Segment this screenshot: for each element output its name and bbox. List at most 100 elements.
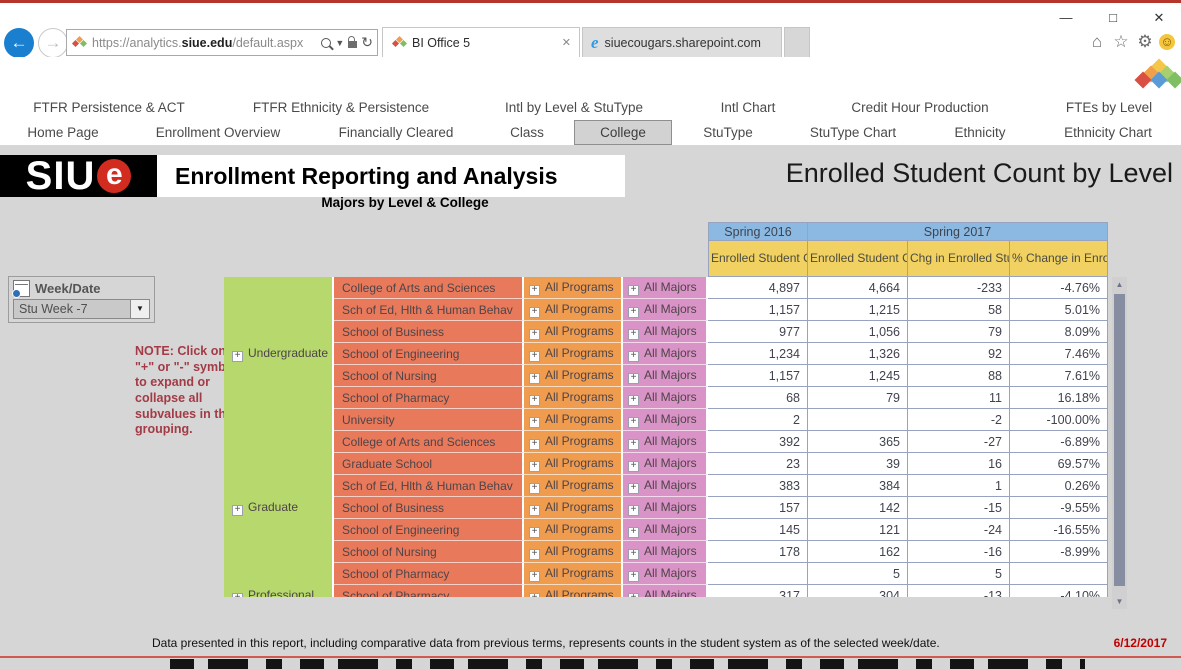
expand-icon[interactable]: + — [628, 505, 639, 516]
majors-cell[interactable]: +All Majors — [623, 519, 708, 541]
college-cell[interactable]: Sch of Ed, Hlth & Human Behav — [334, 299, 524, 321]
home-icon[interactable]: ⌂ — [1086, 32, 1108, 52]
college-cell[interactable]: Graduate School — [334, 453, 524, 475]
expand-icon[interactable]: + — [529, 571, 540, 582]
college-cell[interactable]: School of Pharmacy — [334, 563, 524, 585]
tab-ftes-by-level[interactable]: FTEs by Level — [1066, 96, 1152, 120]
expand-icon[interactable]: + — [529, 307, 540, 318]
majors-cell[interactable]: +All Majors — [623, 541, 708, 563]
expand-icon[interactable]: + — [529, 329, 540, 340]
search-dropdown-icon[interactable]: ▼ — [335, 38, 344, 48]
close-button[interactable]: ✕ — [1146, 9, 1172, 27]
browser-tab-active[interactable]: BI Office 5 ✕ — [382, 27, 580, 57]
tab-credit-hour-production[interactable]: Credit Hour Production — [851, 96, 988, 120]
college-cell[interactable]: School of Pharmacy — [334, 585, 524, 597]
college-cell[interactable]: Sch of Ed, Hlth & Human Behav — [334, 475, 524, 497]
expand-icon[interactable]: + — [628, 307, 639, 318]
majors-cell[interactable]: +All Majors — [623, 277, 708, 299]
programs-cell[interactable]: +All Programs — [524, 365, 623, 387]
majors-cell[interactable]: +All Majors — [623, 343, 708, 365]
tab-financially-cleared[interactable]: Financially Cleared — [339, 121, 454, 145]
week-date-dropdown[interactable]: Stu Week -7 ▼ — [13, 299, 150, 319]
expand-icon[interactable]: + — [529, 439, 540, 450]
address-bar[interactable]: https://analytics.siue.edu/default.aspx … — [66, 29, 378, 56]
expand-icon[interactable]: + — [529, 417, 540, 428]
expand-icon[interactable]: + — [529, 549, 540, 560]
programs-cell[interactable]: +All Programs — [524, 299, 623, 321]
back-button[interactable]: ← — [4, 28, 34, 58]
expand-icon[interactable]: + — [232, 505, 243, 516]
expand-icon[interactable]: + — [628, 461, 639, 472]
college-cell[interactable]: College of Arts and Sciences — [334, 277, 524, 299]
expand-icon[interactable]: + — [232, 351, 243, 362]
expand-icon[interactable]: + — [628, 549, 639, 560]
college-cell[interactable]: School of Nursing — [334, 365, 524, 387]
college-cell[interactable]: College of Arts and Sciences — [334, 431, 524, 453]
expand-icon[interactable]: + — [529, 527, 540, 538]
tab-enrollment-overview[interactable]: Enrollment Overview — [156, 121, 281, 145]
scroll-up-icon[interactable]: ▲ — [1112, 277, 1127, 292]
scroll-down-icon[interactable]: ▼ — [1112, 594, 1127, 609]
expand-icon[interactable]: + — [529, 593, 540, 598]
programs-cell[interactable]: +All Programs — [524, 563, 623, 585]
maximize-button[interactable]: □ — [1100, 9, 1126, 27]
programs-cell[interactable]: +All Programs — [524, 409, 623, 431]
programs-cell[interactable]: +All Programs — [524, 519, 623, 541]
tab-intl-chart[interactable]: Intl Chart — [721, 96, 776, 120]
tab-ftfr-ethnicity-persistence[interactable]: FTFR Ethnicity & Persistence — [253, 96, 429, 120]
college-cell[interactable]: School of Business — [334, 497, 524, 519]
college-cell[interactable]: School of Pharmacy — [334, 387, 524, 409]
expand-icon[interactable]: + — [628, 351, 639, 362]
dropdown-arrow-icon[interactable]: ▼ — [130, 300, 149, 318]
feedback-smiley-icon[interactable]: ☺ — [1159, 34, 1175, 50]
expand-icon[interactable]: + — [628, 439, 639, 450]
majors-cell[interactable]: +All Majors — [623, 453, 708, 475]
majors-cell[interactable]: +All Majors — [623, 475, 708, 497]
search-icon[interactable] — [321, 38, 331, 48]
majors-cell[interactable]: +All Majors — [623, 299, 708, 321]
programs-cell[interactable]: +All Programs — [524, 453, 623, 475]
expand-icon[interactable]: + — [529, 461, 540, 472]
majors-cell[interactable]: +All Majors — [623, 431, 708, 453]
expand-icon[interactable]: + — [628, 417, 639, 428]
college-cell[interactable]: School of Business — [334, 321, 524, 343]
level-group-cell[interactable]: +Undergraduate — [224, 277, 334, 431]
expand-icon[interactable]: + — [628, 329, 639, 340]
college-cell[interactable]: School of Engineering — [334, 343, 524, 365]
college-cell[interactable]: School of Nursing — [334, 541, 524, 563]
tab-stutype-chart[interactable]: StuType Chart — [810, 121, 896, 145]
scrollbar-thumb[interactable] — [1114, 294, 1125, 586]
expand-icon[interactable]: + — [529, 351, 540, 362]
majors-cell[interactable]: +All Majors — [623, 409, 708, 431]
tab-stutype[interactable]: StuType — [703, 121, 753, 145]
expand-icon[interactable]: + — [628, 593, 639, 598]
expand-icon[interactable]: + — [529, 285, 540, 296]
expand-icon[interactable]: + — [628, 483, 639, 494]
tab-ethnicity-chart[interactable]: Ethnicity Chart — [1064, 121, 1152, 145]
favorites-icon[interactable]: ☆ — [1110, 32, 1132, 52]
expand-icon[interactable]: + — [628, 571, 639, 582]
table-scrollbar[interactable]: ▲ ▼ — [1112, 277, 1127, 609]
expand-icon[interactable]: + — [232, 593, 243, 597]
expand-icon[interactable]: + — [529, 505, 540, 516]
programs-cell[interactable]: +All Programs — [524, 585, 623, 597]
majors-cell[interactable]: +All Majors — [623, 321, 708, 343]
expand-icon[interactable]: + — [628, 373, 639, 384]
majors-cell[interactable]: +All Majors — [623, 585, 708, 597]
expand-icon[interactable]: + — [529, 483, 540, 494]
college-cell[interactable]: School of Engineering — [334, 519, 524, 541]
expand-icon[interactable]: + — [628, 527, 639, 538]
majors-cell[interactable]: +All Majors — [623, 497, 708, 519]
refresh-icon[interactable]: ↻ — [361, 34, 373, 51]
tab-close-icon[interactable]: ✕ — [562, 36, 571, 49]
settings-gear-icon[interactable]: ⚙ — [1134, 32, 1156, 52]
programs-cell[interactable]: +All Programs — [524, 277, 623, 299]
minimize-button[interactable]: — — [1053, 9, 1079, 27]
expand-icon[interactable]: + — [628, 395, 639, 406]
new-tab-button[interactable] — [784, 27, 810, 57]
tab-class[interactable]: Class — [510, 121, 544, 145]
majors-cell[interactable]: +All Majors — [623, 365, 708, 387]
programs-cell[interactable]: +All Programs — [524, 431, 623, 453]
tab-ethnicity[interactable]: Ethnicity — [954, 121, 1005, 145]
tab-home-page[interactable]: Home Page — [27, 121, 98, 145]
